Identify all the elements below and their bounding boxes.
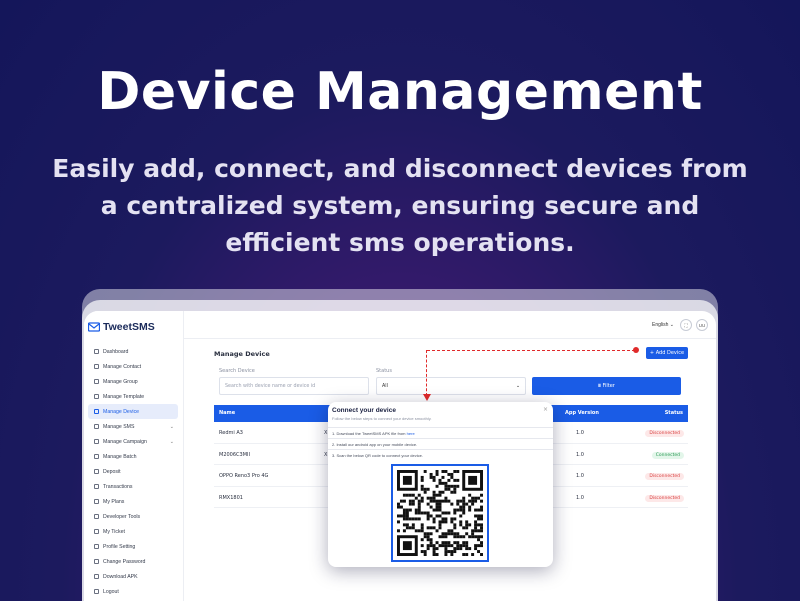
sidebar-item-label: Profile Setting xyxy=(103,543,136,550)
device-icon xyxy=(94,409,99,414)
plans-icon xyxy=(94,499,99,504)
sidebar-item-label: Manage Batch xyxy=(103,453,137,460)
modal-subtitle: Follow the below steps to connect your d… xyxy=(332,416,432,421)
home-icon xyxy=(94,349,99,354)
sidebar-item-label: Logout xyxy=(103,588,119,595)
sidebar-item-download-apk[interactable]: Download APK xyxy=(88,569,178,584)
logout-icon xyxy=(94,589,99,594)
modal-step-3: 3. Scan the below QR code to connect you… xyxy=(328,449,553,460)
sidebar-item-label: Developer Tools xyxy=(103,513,141,520)
sidebar-item-profile-setting[interactable]: Profile Setting xyxy=(88,539,178,554)
modal-step-1: 1. Download the TweetSMS APK file from h… xyxy=(328,427,553,438)
template-icon xyxy=(94,394,99,399)
chevron-down-icon: ⌄ xyxy=(169,438,174,445)
qr-code xyxy=(391,464,489,562)
sidebar-item-label: Manage Campaign xyxy=(103,438,147,445)
hero-title: Device Management xyxy=(97,62,703,122)
sidebar-item-manage-sms[interactable]: Manage SMS ⌄ xyxy=(88,419,178,434)
profile-icon xyxy=(94,544,99,549)
brand-name: TweetSMS xyxy=(103,321,155,333)
campaign-icon xyxy=(94,439,99,444)
sidebar-item-label: Transactions xyxy=(103,483,133,490)
topbar: English ⌄ ⛶ UU xyxy=(184,311,716,339)
code-icon xyxy=(94,514,99,519)
sidebar-item-my-plans[interactable]: My Plans xyxy=(88,494,178,509)
sidebar-item-label: Manage Contact xyxy=(103,363,142,370)
connect-device-modal: Connect your device Follow the below ste… xyxy=(328,402,553,567)
qr-code-image xyxy=(397,470,483,556)
download-icon xyxy=(94,574,99,579)
sidebar-item-my-ticket[interactable]: My Ticket xyxy=(88,524,178,539)
user-avatar[interactable]: UU xyxy=(696,319,708,331)
sidebar-nav: Dashboard Manage Contact Manage Group Manag… xyxy=(88,344,178,599)
sidebar-item-logout[interactable]: Logout xyxy=(88,584,178,599)
close-icon[interactable]: × xyxy=(543,406,548,413)
fullscreen-icon[interactable]: ⛶ xyxy=(680,319,692,331)
sms-icon xyxy=(94,424,99,429)
sidebar-item-dashboard[interactable]: Dashboard xyxy=(88,344,178,359)
group-icon xyxy=(94,379,99,384)
annotation-arrow-icon xyxy=(423,394,431,401)
sidebar-item-label: My Ticket xyxy=(103,528,125,535)
sidebar-item-label: Manage Template xyxy=(103,393,145,400)
apk-download-link[interactable]: here xyxy=(407,431,415,436)
sidebar-item-developer-tools[interactable]: Developer Tools xyxy=(88,509,178,524)
sidebar-item-transactions[interactable]: Transactions xyxy=(88,479,178,494)
ticket-icon xyxy=(94,529,99,534)
brand-logo[interactable]: TweetSMS xyxy=(88,321,155,333)
sidebar-item-manage-batch[interactable]: Manage Batch xyxy=(88,449,178,464)
sidebar-item-label: Manage SMS xyxy=(103,423,135,430)
sidebar-item-manage-group[interactable]: Manage Group xyxy=(88,374,178,389)
hero-subtitle: Easily add, connect, and disconnect devi… xyxy=(52,154,748,257)
modal-step-2: 2. Install our android app on your mobil… xyxy=(328,438,553,449)
chevron-down-icon: ⌄ xyxy=(169,423,174,430)
contact-icon xyxy=(94,364,99,369)
sidebar-item-label: Manage Device xyxy=(103,408,140,415)
sidebar-item-manage-template[interactable]: Manage Template xyxy=(88,389,178,404)
lock-icon xyxy=(94,559,99,564)
tweetsms-logo-icon xyxy=(88,322,100,332)
sidebar-item-label: Download APK xyxy=(103,573,138,580)
batch-icon xyxy=(94,454,99,459)
modal-title: Connect your device xyxy=(332,407,396,414)
sidebar-item-label: Change Password xyxy=(103,558,146,565)
annotation-dot xyxy=(633,347,639,353)
sidebar-item-manage-device[interactable]: Manage Device xyxy=(88,404,178,419)
transactions-icon xyxy=(94,484,99,489)
sidebar-item-label: Manage Group xyxy=(103,378,138,385)
language-select[interactable]: English ⌄ xyxy=(652,322,674,328)
sidebar-item-manage-contact[interactable]: Manage Contact xyxy=(88,359,178,374)
sidebar-item-label: Deposit xyxy=(103,468,121,475)
sidebar: TweetSMS Dashboard Manage Contact Manage G… xyxy=(84,311,184,601)
sidebar-item-deposit[interactable]: Deposit xyxy=(88,464,178,479)
sidebar-item-label: Dashboard xyxy=(103,348,129,355)
sidebar-item-manage-campaign[interactable]: Manage Campaign ⌄ xyxy=(88,434,178,449)
sidebar-item-label: My Plans xyxy=(103,498,125,505)
sidebar-item-change-password[interactable]: Change Password xyxy=(88,554,178,569)
annotation-line-vertical xyxy=(426,350,427,396)
annotation-line-horizontal xyxy=(427,350,635,351)
deposit-icon xyxy=(94,469,99,474)
